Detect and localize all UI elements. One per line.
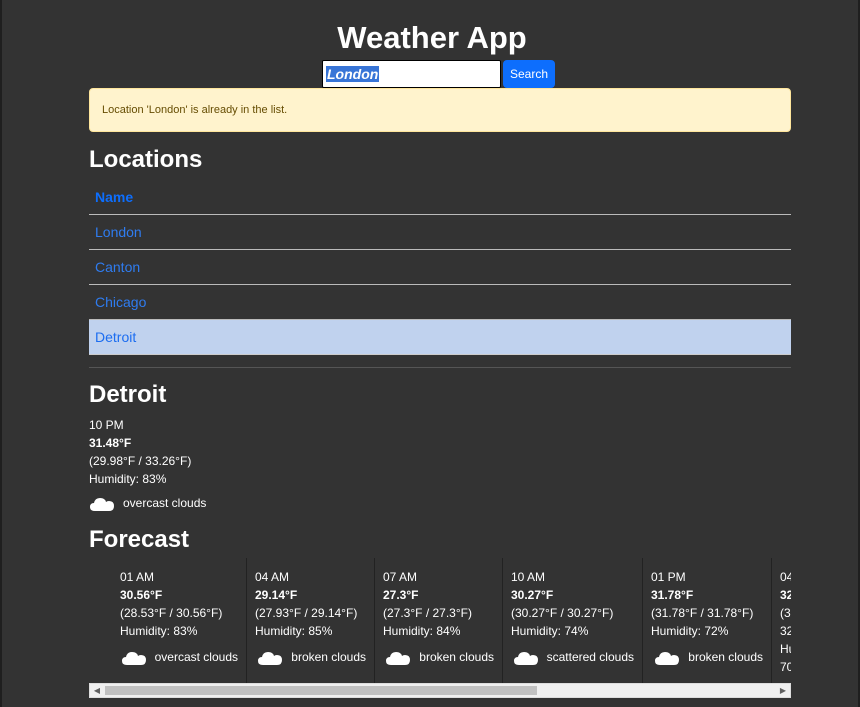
forecast-humidity: Humidity: 85% — [255, 624, 333, 638]
horizontal-scrollbar[interactable]: ◀ ▶ — [89, 683, 791, 698]
forecast-range: (30.27°F / 30.27°F) — [511, 606, 614, 620]
forecast-humidity: Humidity: 72% — [651, 624, 729, 638]
current-condition: overcast clouds — [89, 494, 206, 512]
forecast-range: (32.5°F / 32.5°F) — [780, 606, 791, 638]
cloud-icon — [257, 648, 283, 666]
cloud-icon — [121, 648, 147, 666]
forecast-card: 04 AM 29.14°F (27.93°F / 29.14°F) Humidity:… — [247, 558, 375, 683]
forecast-condition: broken clouds — [375, 648, 502, 666]
location-row-chicago[interactable]: Chicago — [89, 285, 791, 320]
forecast-condition-label: scattered clouds — [546, 650, 634, 664]
forecast-range: (31.78°F / 31.78°F) — [651, 606, 754, 620]
forecast-time: 04 PM — [780, 570, 791, 584]
scrollbar-thumb[interactable] — [105, 686, 537, 695]
current-range: (29.98°F / 33.26°F) — [89, 454, 192, 468]
forecast-range: (27.93°F / 29.14°F) — [255, 606, 358, 620]
forecast-time: 07 AM — [383, 570, 418, 584]
current-weather: 10 PM 31.48°F (29.98°F / 33.26°F) Humidi… — [89, 416, 206, 512]
scroll-right-icon[interactable]: ▶ — [776, 684, 790, 697]
forecast-card: 10 AM 30.27°F (30.27°F / 30.27°F) Humidity:… — [503, 558, 643, 683]
search-input[interactable]: London — [322, 60, 501, 88]
search-input-value: London — [326, 66, 380, 82]
forecast-scroll-area[interactable]: 01 AM 30.56°F (28.53°F / 30.56°F) Humidity:… — [89, 558, 791, 683]
location-row-london[interactable]: London — [89, 215, 791, 250]
forecast-condition: scattered clouds — [503, 648, 642, 666]
forecast-temp: 30.56°F — [120, 588, 163, 602]
location-row-canton[interactable]: Canton — [89, 250, 791, 285]
app-title: Weather App — [337, 20, 527, 55]
locations-table: Name London Canton Chicago Detroit — [89, 180, 791, 355]
forecast-temp: 30.27°F — [511, 588, 554, 602]
forecast-temp: 27.3°F — [383, 588, 419, 602]
locations-heading: Locations — [89, 146, 203, 173]
forecast-heading: Forecast — [89, 526, 190, 553]
forecast-time: 01 AM — [120, 570, 155, 584]
cloud-icon — [513, 648, 539, 666]
forecast-strip: 01 AM 30.56°F (28.53°F / 30.56°F) Humidity:… — [89, 558, 791, 683]
forecast-humidity: Humidity: 70% — [780, 642, 791, 674]
forecast-card: 01 PM 31.78°F (31.78°F / 31.78°F) Humidity:… — [643, 558, 772, 683]
forecast-card: 01 AM 30.56°F (28.53°F / 30.56°F) Humidity:… — [89, 558, 247, 683]
forecast-time: 04 AM — [255, 570, 290, 584]
forecast-temp: 32.5°F — [780, 588, 791, 602]
forecast-condition: overcast clouds — [112, 648, 246, 666]
forecast-humidity: Humidity: 84% — [383, 624, 461, 638]
forecast-condition: broken clouds — [643, 648, 771, 666]
forecast-time: 01 PM — [651, 570, 686, 584]
forecast-humidity: Humidity: 74% — [511, 624, 589, 638]
forecast-condition-label: broken clouds — [688, 650, 763, 664]
cloud-icon — [654, 648, 680, 666]
scroll-left-icon[interactable]: ◀ — [90, 684, 104, 697]
forecast-range: (27.3°F / 27.3°F) — [383, 606, 472, 620]
forecast-range: (28.53°F / 30.56°F) — [120, 606, 223, 620]
search-button[interactable]: Search — [503, 60, 555, 88]
forecast-condition-label: broken clouds — [291, 650, 366, 664]
locations-column-header[interactable]: Name — [89, 180, 791, 215]
current-condition-label: overcast clouds — [123, 496, 207, 510]
forecast-humidity: Humidity: 83% — [120, 624, 198, 638]
location-row-detroit[interactable]: Detroit — [89, 320, 791, 355]
cloud-icon — [385, 648, 411, 666]
current-humidity: Humidity: 83% — [89, 472, 167, 486]
forecast-time: 10 AM — [511, 570, 546, 584]
current-temp: 31.48°F — [89, 436, 132, 450]
forecast-card: 04 PM 32.5°F (32.5°F / 32.5°F) Humidity: 70… — [772, 558, 791, 683]
forecast-card: 07 AM 27.3°F (27.3°F / 27.3°F) Humidity: 84… — [375, 558, 503, 683]
current-time: 10 PM — [89, 418, 124, 432]
forecast-condition-label: overcast clouds — [154, 650, 238, 664]
forecast-condition: broken clouds — [247, 648, 374, 666]
search-bar: London Search — [322, 60, 555, 88]
cloud-icon — [89, 494, 115, 512]
warning-alert: Location 'London' is already in the list… — [89, 88, 791, 132]
forecast-condition-label: broken clouds — [419, 650, 494, 664]
current-city-name: Detroit — [89, 381, 167, 408]
forecast-temp: 29.14°F — [255, 588, 298, 602]
section-divider — [89, 367, 791, 368]
forecast-temp: 31.78°F — [651, 588, 694, 602]
